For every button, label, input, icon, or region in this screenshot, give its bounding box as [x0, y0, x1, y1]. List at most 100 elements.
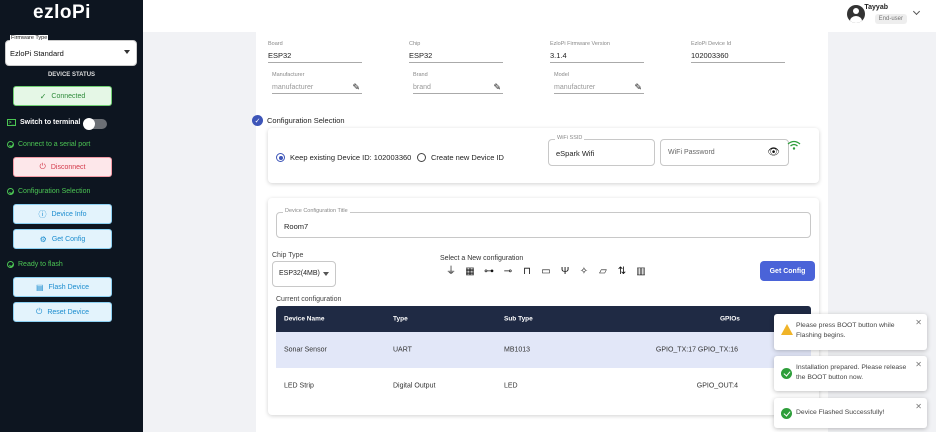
- device-id-value: 102003360: [691, 51, 729, 60]
- serial-section: Connect to a serial port: [7, 141, 90, 148]
- cell-sub-type: MB1013: [504, 346, 531, 354]
- close-icon[interactable]: ✕: [915, 360, 922, 369]
- toast-warning: Please press BOOT button while Flashing …: [774, 314, 927, 350]
- flash-device-button[interactable]: ▤ Flash Device: [13, 277, 112, 297]
- pencil-icon[interactable]: ✎: [352, 82, 360, 93]
- model-placeholder: manufacturer: [554, 84, 596, 91]
- relay-icon[interactable]: ▦: [464, 266, 476, 278]
- close-icon[interactable]: ✕: [915, 318, 922, 327]
- cell-device-name: LED Strip: [284, 382, 314, 390]
- terminal-toggle[interactable]: [83, 118, 107, 130]
- firmware-version-value: 3.1.4: [550, 51, 567, 60]
- model-label: Model: [554, 72, 569, 78]
- chevron-down-icon: [124, 50, 130, 54]
- table-row[interactable]: Sonar Sensor UART MB1013 GPIO_TX:17 GPIO…: [276, 332, 811, 368]
- check-circle-icon: ✓: [252, 115, 263, 126]
- chip-type-value: ESP32(4MB): [279, 270, 320, 277]
- antenna-icon[interactable]: Ψ: [559, 266, 571, 278]
- device-info-label: Device Info: [51, 210, 87, 218]
- get-config-sidebar-button[interactable]: ⚙ Get Config: [13, 229, 112, 249]
- toast-success: Device Flashed Successfully! ✕: [774, 398, 927, 428]
- reset-device-label: Reset Device: [47, 308, 89, 316]
- chip-type-select[interactable]: ESP32(4MB): [272, 261, 336, 287]
- board-label: Board: [268, 41, 283, 47]
- display-icon[interactable]: ▱: [597, 266, 609, 278]
- board-value: ESP32: [268, 51, 292, 60]
- device-info-button[interactable]: ⓘ Device Info: [13, 204, 112, 224]
- radio-unchecked-icon[interactable]: [417, 153, 426, 162]
- cell-device-name: Sonar Sensor: [284, 346, 327, 354]
- connected-button[interactable]: ✓ Connected: [13, 86, 112, 106]
- close-icon[interactable]: ✕: [915, 402, 922, 411]
- eye-icon[interactable]: 👁: [767, 147, 780, 158]
- firmware-version-field: EzloPi Firmware Version 3.1.4: [550, 41, 644, 63]
- switch-icon[interactable]: ⊓: [521, 266, 533, 278]
- model-field[interactable]: Model manufacturer ✎: [554, 72, 644, 94]
- firmware-type-label: Firmware Type: [10, 35, 49, 41]
- motion-icon[interactable]: ✧: [578, 266, 590, 278]
- ir-icon[interactable]: ▭: [540, 266, 552, 278]
- power-icon: ⏻: [36, 307, 43, 316]
- ready-section-label: Ready to flash: [18, 261, 63, 268]
- brand-label: Brand: [413, 72, 428, 78]
- user-role-badge: End-user: [874, 14, 907, 24]
- flash-icon: ▤: [35, 282, 44, 292]
- cell-gpios: GPIO_TX:17 GPIO_TX:16: [655, 346, 738, 354]
- disconnect-label: Disconnect: [50, 163, 86, 171]
- column-sub-type: Sub Type: [504, 315, 533, 323]
- manufacturer-field[interactable]: Manufacturer manufacturer ✎: [272, 72, 362, 94]
- table-header: Device Name Type Sub Type GPIOs: [276, 306, 811, 332]
- create-new-option[interactable]: Create new Device ID: [417, 153, 504, 162]
- toast-success: Installation prepared. Please release th…: [774, 356, 927, 391]
- check-circle-icon: [781, 408, 792, 419]
- create-new-label: Create new Device ID: [431, 153, 504, 162]
- device-config-title-input[interactable]: Device Configuration Title Room7: [276, 208, 811, 238]
- toast-message: Device Flashed Successfully!: [796, 409, 885, 416]
- firmware-version-label: EzloPi Firmware Version: [550, 41, 610, 47]
- wifi-icon: [787, 140, 801, 150]
- servo-icon[interactable]: ⊶: [483, 266, 495, 278]
- column-gpios: GPIOs: [720, 315, 740, 323]
- warning-icon: [781, 324, 793, 335]
- chip-type-label: Chip Type: [272, 252, 304, 259]
- config-section: Configuration Selection: [7, 188, 90, 195]
- get-config-button[interactable]: Get Config: [760, 261, 815, 281]
- avatar[interactable]: [847, 5, 865, 23]
- swap-icon[interactable]: ⇅: [616, 266, 628, 278]
- check-circle-icon: [7, 141, 14, 148]
- manufacturer-label: Manufacturer: [272, 72, 305, 78]
- keypad-icon[interactable]: ▥: [635, 266, 647, 278]
- serial-section-label: Connect to a serial port: [18, 141, 91, 148]
- sensor-icon[interactable]: ⏚: [445, 266, 457, 278]
- table-row[interactable]: LED Strip Digital Output LED GPIO_OUT:4: [276, 368, 811, 404]
- check-circle-icon: [7, 188, 14, 195]
- power-icon: ⏻: [39, 162, 46, 171]
- wifi-ssid-value: eSpark Wifi: [556, 149, 595, 158]
- pencil-icon[interactable]: ✎: [493, 82, 501, 93]
- firmware-type-select[interactable]: Firmware Type EzloPi Standard: [5, 35, 137, 66]
- pencil-icon[interactable]: ✎: [634, 82, 642, 93]
- settings-icon: ⚙: [39, 234, 47, 244]
- wifi-ssid-label: WiFi SSID: [555, 135, 585, 141]
- chip-label: Chip: [409, 41, 421, 47]
- chevron-down-icon[interactable]: [912, 7, 921, 16]
- toast-message: Please press BOOT button while Flashing …: [796, 322, 895, 339]
- manufacturer-placeholder: manufacturer: [272, 84, 314, 91]
- brand-placeholder: brand: [413, 84, 431, 91]
- brand-field[interactable]: Brand brand ✎: [413, 72, 503, 94]
- wifi-ssid-input[interactable]: WiFi SSID eSpark Wifi: [548, 135, 655, 166]
- column-device-name: Device Name: [284, 315, 325, 323]
- reset-device-button[interactable]: ⏻ Reset Device: [13, 302, 112, 322]
- disconnect-button[interactable]: ⏻ Disconnect: [13, 157, 112, 177]
- new-configuration-label: Select a New configuration: [440, 255, 524, 262]
- ready-section: Ready to flash: [7, 261, 63, 268]
- device-config-title-value: Room7: [284, 222, 309, 231]
- potentiometer-icon[interactable]: ⊸: [502, 266, 514, 278]
- current-configuration-label: Current configuration: [276, 296, 342, 303]
- configuration-icon-bar: ⏚ ▦ ⊶ ⊸ ⊓ ▭ Ψ ✧ ▱ ⇅ ▥: [445, 266, 647, 278]
- chevron-down-icon: [323, 272, 329, 276]
- wifi-password-input[interactable]: WiFi Password 👁: [660, 139, 789, 166]
- keep-existing-option[interactable]: Keep existing Device ID: 102003360: [276, 153, 411, 162]
- radio-checked-icon[interactable]: [276, 153, 285, 162]
- device-id-field: EzloPi Device Id 102003360: [691, 41, 785, 63]
